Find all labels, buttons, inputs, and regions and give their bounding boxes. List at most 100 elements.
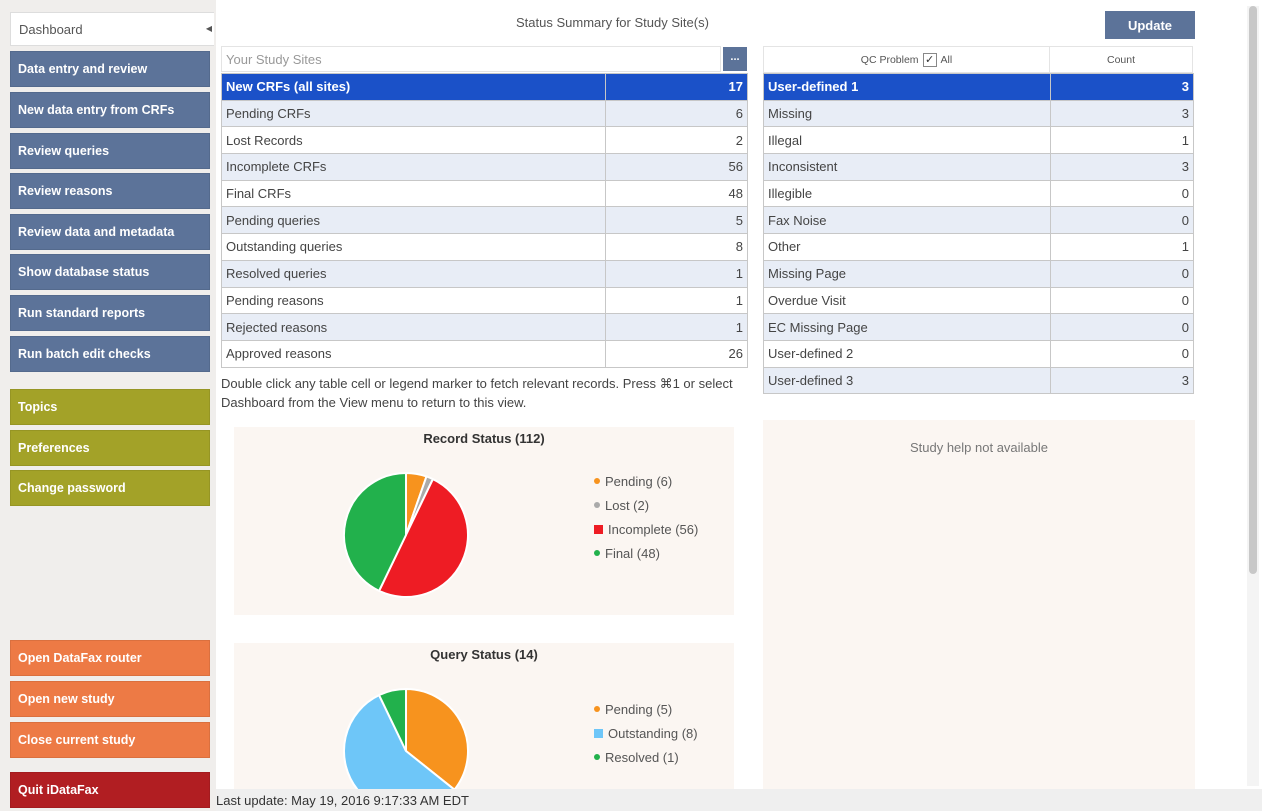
- row-label[interactable]: Approved reasons: [221, 339, 606, 368]
- qc-row[interactable]: User-defined 20: [763, 339, 1194, 368]
- nav-new-data-entry-from-crfs[interactable]: New data entry from CRFs: [10, 92, 210, 128]
- qc-row[interactable]: Other 1: [763, 233, 1194, 261]
- status-row[interactable]: Final CRFs 48: [221, 179, 748, 208]
- legend-item[interactable]: Pending (6): [594, 469, 698, 493]
- row-label[interactable]: New CRFs (all sites): [221, 73, 606, 101]
- qc-row[interactable]: Overdue Visit 0: [763, 286, 1194, 315]
- row-count[interactable]: 17: [605, 73, 748, 101]
- row-label[interactable]: Pending CRFs: [221, 99, 606, 128]
- row-count[interactable]: 48: [605, 179, 748, 208]
- row-count[interactable]: 1: [605, 313, 748, 341]
- legend-marker[interactable]: [594, 754, 600, 760]
- status-row[interactable]: Resolved queries 1: [221, 259, 748, 288]
- row-count[interactable]: 2: [605, 126, 748, 155]
- nav-preferences[interactable]: Preferences: [10, 430, 210, 466]
- nav-review-data-and-metadata[interactable]: Review data and metadata: [10, 214, 210, 250]
- qc-row[interactable]: Illegible 0: [763, 179, 1194, 208]
- status-row[interactable]: New CRFs (all sites) 17: [221, 73, 748, 101]
- update-button[interactable]: Update: [1105, 11, 1195, 39]
- legend-item[interactable]: Final (48): [594, 541, 698, 565]
- quit-button[interactable]: Quit iDataFax: [10, 772, 210, 808]
- browse-sites-button[interactable]: ...: [723, 47, 747, 71]
- nav-close-current-study[interactable]: Close current study: [10, 722, 210, 758]
- legend-marker[interactable]: [594, 550, 600, 556]
- qc-row[interactable]: User-defined 33: [763, 366, 1194, 395]
- legend-item[interactable]: Pending (5): [594, 697, 698, 721]
- row-count[interactable]: 3: [1050, 99, 1194, 128]
- status-row[interactable]: Approved reasons 26: [221, 339, 748, 368]
- nav-open-new-study[interactable]: Open new study: [10, 681, 210, 717]
- row-label[interactable]: Illegal: [763, 126, 1051, 155]
- row-count[interactable]: 0: [1050, 339, 1194, 368]
- row-label[interactable]: Incomplete CRFs: [221, 153, 606, 181]
- row-label[interactable]: Overdue Visit: [763, 286, 1051, 315]
- row-count[interactable]: 6: [605, 99, 748, 128]
- status-row[interactable]: Pending CRFs 6: [221, 99, 748, 128]
- row-count[interactable]: 56: [605, 153, 748, 181]
- row-label[interactable]: Inconsistent: [763, 153, 1051, 181]
- nav-open-datafax-router[interactable]: Open DataFax router: [10, 640, 210, 676]
- qc-row[interactable]: Illegal 1: [763, 126, 1194, 155]
- dashboard-tab[interactable]: Dashboard ◀: [10, 12, 214, 46]
- row-count[interactable]: 1: [1050, 233, 1194, 261]
- row-label[interactable]: Resolved queries: [221, 259, 606, 288]
- row-count[interactable]: 3: [1050, 73, 1194, 101]
- legend-marker[interactable]: [594, 524, 603, 534]
- status-row[interactable]: Rejected reasons 1: [221, 313, 748, 341]
- row-label[interactable]: Missing: [763, 99, 1051, 128]
- row-count[interactable]: 0: [1050, 286, 1194, 315]
- nav-run-batch-edit-checks[interactable]: Run batch edit checks: [10, 336, 210, 372]
- row-count[interactable]: 1: [605, 286, 748, 315]
- row-count[interactable]: 0: [1050, 206, 1194, 235]
- collapse-caret-icon[interactable]: ◀: [206, 24, 212, 33]
- row-count[interactable]: 0: [1050, 313, 1194, 341]
- status-row[interactable]: Incomplete CRFs 56: [221, 153, 748, 181]
- status-row[interactable]: Pending reasons 1: [221, 286, 748, 315]
- qc-row[interactable]: EC Missing Page 0: [763, 313, 1194, 341]
- row-count[interactable]: 5: [605, 206, 748, 235]
- legend-item[interactable]: Incomplete (56): [594, 517, 698, 541]
- legend-item[interactable]: Outstanding (8): [594, 721, 698, 745]
- nav-run-standard-reports[interactable]: Run standard reports: [10, 295, 210, 331]
- all-checkbox[interactable]: ✓: [922, 52, 937, 67]
- nav-review-queries[interactable]: Review queries: [10, 133, 210, 169]
- nav-review-reasons[interactable]: Review reasons: [10, 173, 210, 209]
- row-label[interactable]: User-defined 2: [763, 339, 1051, 368]
- row-label[interactable]: Pending queries: [221, 206, 606, 235]
- status-row[interactable]: Lost Records 2: [221, 126, 748, 155]
- qc-row[interactable]: Missing 3: [763, 99, 1194, 128]
- qc-row[interactable]: Missing Page 0: [763, 259, 1194, 288]
- status-row[interactable]: Outstanding queries 8: [221, 233, 748, 261]
- nav-change-password[interactable]: Change password: [10, 470, 210, 506]
- row-label[interactable]: User-defined 1: [763, 73, 1051, 101]
- row-count[interactable]: 3: [1050, 366, 1194, 395]
- row-label[interactable]: Final CRFs: [221, 179, 606, 208]
- row-label[interactable]: User-defined 3: [763, 366, 1051, 395]
- row-count[interactable]: 26: [605, 339, 748, 368]
- row-label[interactable]: Illegible: [763, 179, 1051, 208]
- row-count[interactable]: 3: [1050, 153, 1194, 181]
- row-label[interactable]: Fax Noise: [763, 206, 1051, 235]
- row-count[interactable]: 1: [605, 259, 748, 288]
- row-label[interactable]: Rejected reasons: [221, 313, 606, 341]
- row-label[interactable]: Missing Page: [763, 259, 1051, 288]
- legend-marker[interactable]: [594, 502, 600, 508]
- row-label[interactable]: Outstanding queries: [221, 233, 606, 261]
- status-row[interactable]: Pending queries 5: [221, 206, 748, 235]
- row-count[interactable]: 0: [1050, 259, 1194, 288]
- legend-item[interactable]: Resolved (1): [594, 745, 698, 769]
- record-status-pie[interactable]: [336, 465, 476, 605]
- nav-data-entry-and-review[interactable]: Data entry and review: [10, 51, 210, 87]
- row-count[interactable]: 8: [605, 233, 748, 261]
- row-count[interactable]: 1: [1050, 126, 1194, 155]
- scrollbar-thumb[interactable]: [1249, 6, 1257, 574]
- qc-row[interactable]: User-defined 13: [763, 73, 1194, 101]
- legend-marker[interactable]: [594, 728, 603, 738]
- nav-topics[interactable]: Topics: [10, 389, 210, 425]
- row-label[interactable]: Lost Records: [221, 126, 606, 155]
- row-label[interactable]: Pending reasons: [221, 286, 606, 315]
- qc-row[interactable]: Inconsistent 3: [763, 153, 1194, 181]
- legend-item[interactable]: Lost (2): [594, 493, 698, 517]
- qc-row[interactable]: Fax Noise 0: [763, 206, 1194, 235]
- legend-marker[interactable]: [594, 706, 600, 712]
